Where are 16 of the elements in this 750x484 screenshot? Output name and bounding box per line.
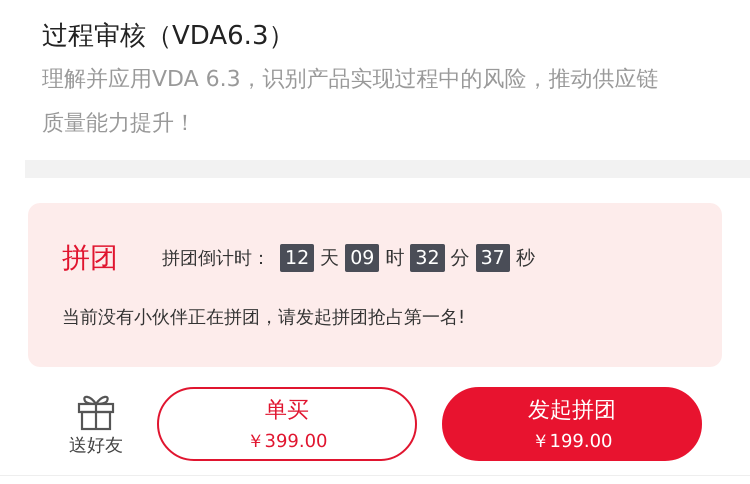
countdown-digits: 32 bbox=[410, 244, 445, 272]
group-buy-label: 拼团 bbox=[62, 240, 118, 276]
countdown-digits: 37 bbox=[476, 244, 510, 272]
countdown-digits: 12 bbox=[280, 244, 314, 272]
countdown-unit: 天 bbox=[320, 246, 340, 271]
countdown-label: 拼团倒计时： bbox=[162, 247, 270, 270]
course-title: 过程审核（VDA6.3） bbox=[42, 20, 296, 53]
purchase-button[interactable]: 单买 ￥399.00 bbox=[157, 387, 417, 461]
countdown-unit: 分 bbox=[450, 246, 470, 271]
course-description: 理解并应用VDA 6.3，识别产品实现过程中的风险，推动供应链质量能力提升！ bbox=[42, 66, 660, 138]
group-buy-message: 当前没有小伙伴正在拼团，请发起拼团抢占第一名! bbox=[62, 306, 466, 329]
gift-button[interactable]: 送好友 bbox=[60, 391, 132, 457]
countdown-digits: 09 bbox=[345, 244, 380, 272]
countdown-unit: 秒 bbox=[516, 246, 535, 271]
countdown-unit: 时 bbox=[385, 246, 404, 271]
purchase-button[interactable]: 发起拼团 ￥199.00 bbox=[442, 387, 702, 461]
